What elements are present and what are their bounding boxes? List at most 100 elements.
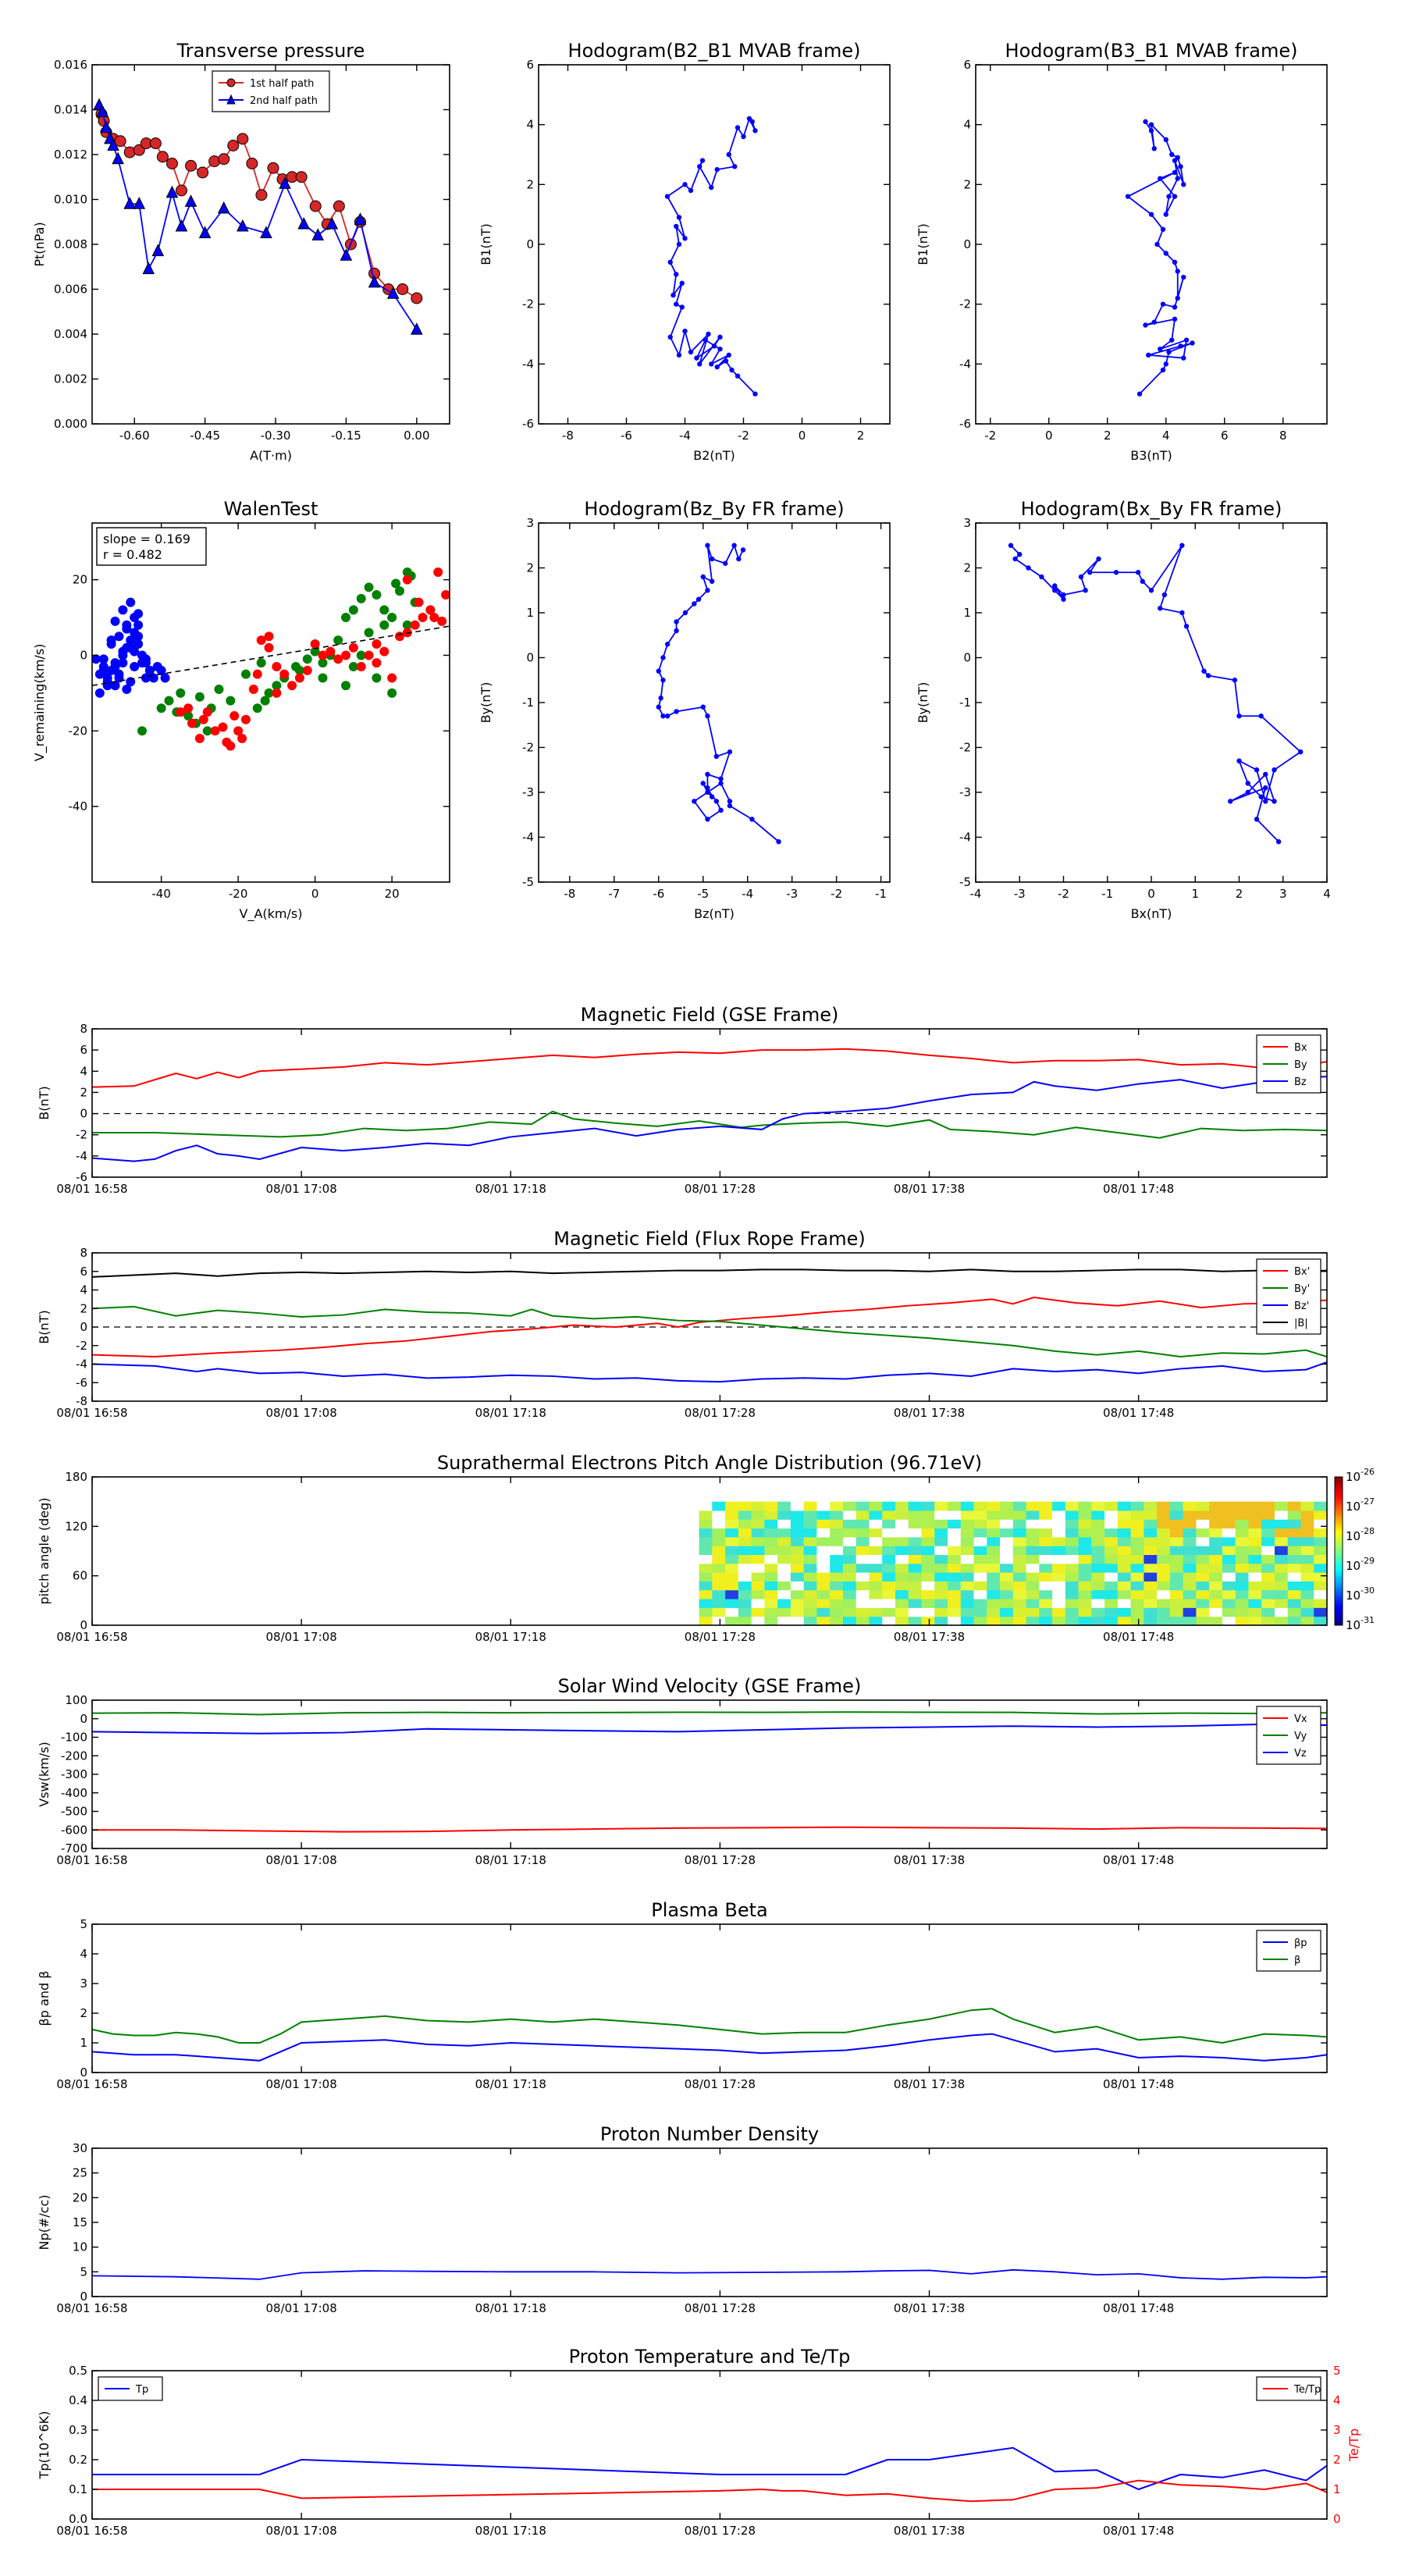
- data-point: [705, 817, 710, 822]
- heatmap-cell: [712, 1501, 726, 1511]
- scatter-point: [248, 685, 258, 695]
- heatmap-cell: [855, 1607, 870, 1617]
- heatmap-cell: [1287, 1501, 1301, 1511]
- scatter-point: [218, 722, 228, 732]
- y-tick-label: 0: [80, 2290, 87, 2304]
- heatmap-cell: [1026, 1546, 1040, 1556]
- heatmap-cell: [1026, 1501, 1040, 1511]
- heatmap-cell: [842, 1510, 857, 1520]
- heatmap-cell: [1300, 1554, 1314, 1564]
- heatmap-cell: [960, 1607, 975, 1617]
- heatmap-cell: [921, 1519, 935, 1529]
- data-point: [749, 817, 755, 822]
- heatmap-cell: [1248, 1616, 1262, 1626]
- heatmap-cell: [882, 1501, 896, 1511]
- heatmap-cell: [1144, 1501, 1158, 1511]
- heatmap-cell: [751, 1599, 765, 1608]
- heatmap-cell: [1039, 1510, 1053, 1520]
- y-tick-label: 8: [80, 1022, 87, 1036]
- scatter-point: [387, 673, 397, 683]
- scatter-point: [256, 658, 266, 668]
- x-tick-label: 2: [857, 429, 865, 443]
- legend-label: 2nd half path: [250, 95, 318, 107]
- legend-label: Vz: [1294, 1748, 1307, 1759]
- heatmap-cell: [1169, 1546, 1184, 1556]
- data-point: [682, 236, 688, 241]
- x-tick-label: -3: [1014, 887, 1026, 901]
- heatmap-cell: [751, 1607, 765, 1617]
- y-tick-label: 4: [526, 118, 534, 132]
- x-tick-label: 0: [311, 887, 319, 901]
- y-tick-label: 0.006: [54, 283, 87, 297]
- data-point: [676, 241, 682, 247]
- x-tick-label: 08/01 17:28: [685, 1630, 756, 1644]
- y-axis-label: B(nT): [37, 1310, 52, 1343]
- scatter-point: [92, 654, 101, 664]
- y-tick-label: 0.008: [54, 237, 87, 251]
- heatmap-cell: [790, 1519, 805, 1529]
- heatmap-cell: [895, 1519, 909, 1529]
- figure: Transverse pressure -0.60 -0.45 -0.30 -0.15 0…: [32, 40, 1375, 2538]
- y-tick-label: 0.4: [69, 2393, 87, 2407]
- heatmap-cell: [1300, 1528, 1314, 1538]
- legend: Tp: [98, 2376, 163, 2401]
- heatmap-cell: [830, 1607, 844, 1617]
- heatmap-cell: [987, 1589, 1001, 1599]
- scatter-point: [379, 620, 389, 630]
- heatmap-cell: [1026, 1616, 1040, 1626]
- y-right-tick-label: 5: [1333, 2364, 1341, 2378]
- data-point: [1232, 678, 1238, 683]
- y-tick-label: 2: [526, 177, 534, 191]
- y-tick-label: -4: [959, 357, 971, 371]
- x-tick-label: 08/01 17:18: [475, 1630, 546, 1644]
- scatter-point: [237, 734, 247, 743]
- data-point: [218, 153, 230, 165]
- heatmap-cell: [882, 1528, 896, 1538]
- heatmap-cell: [1078, 1546, 1092, 1556]
- heatmap-cell: [1052, 1572, 1066, 1582]
- heatmap-cell: [842, 1589, 857, 1599]
- heatmap-cell: [725, 1563, 739, 1573]
- heatmap-cell: [1065, 1563, 1080, 1573]
- heatmap-cell: [960, 1519, 975, 1529]
- y-right-tick-label: 3: [1333, 2423, 1341, 2437]
- data-point: [1175, 295, 1180, 301]
- scatter-point: [364, 650, 374, 660]
- data-point: [176, 184, 187, 197]
- scatter-point: [229, 710, 240, 720]
- heatmap-cell: [1222, 1616, 1236, 1626]
- heatmap-cell: [1012, 1616, 1027, 1626]
- y-tick-label: 4: [963, 118, 971, 132]
- heatmap-cell: [1065, 1510, 1080, 1520]
- heatmap-cell: [987, 1546, 1001, 1556]
- legend: Bx' By' Bz' |B|: [1256, 1258, 1321, 1335]
- data-point: [1298, 749, 1304, 755]
- data-point: [752, 391, 758, 397]
- series-line-3: [92, 1268, 1327, 1278]
- heatmap-cell: [855, 1554, 870, 1564]
- heatmap-cell: [1091, 1510, 1105, 1520]
- y-tick-label: -4: [522, 357, 534, 371]
- y-tick-label: 2: [80, 2006, 87, 2020]
- x-tick-label: 0: [799, 429, 806, 443]
- data-point: [1172, 259, 1178, 265]
- scatter-point: [240, 714, 251, 724]
- heatmap-cell: [1078, 1581, 1092, 1591]
- heatmap-cell: [1235, 1563, 1249, 1573]
- heatmap-cell: [987, 1607, 1001, 1617]
- heatmap-cell: [973, 1546, 987, 1556]
- x-tick-label: -4: [742, 887, 753, 901]
- data-point: [1236, 758, 1242, 763]
- heatmap-cell: [725, 1599, 739, 1608]
- data-point: [185, 159, 197, 172]
- heatmap-cell: [973, 1607, 987, 1617]
- data-point: [411, 292, 423, 304]
- heatmap-cell: [1314, 1519, 1328, 1529]
- scatter-point: [302, 665, 312, 675]
- heatmap-cell: [1157, 1536, 1171, 1546]
- heatmap-cell: [790, 1501, 805, 1511]
- heatmap-cell: [855, 1536, 870, 1546]
- heatmap-cell: [948, 1599, 962, 1608]
- heatmap-cell: [1248, 1572, 1262, 1582]
- data-point: [1175, 176, 1180, 181]
